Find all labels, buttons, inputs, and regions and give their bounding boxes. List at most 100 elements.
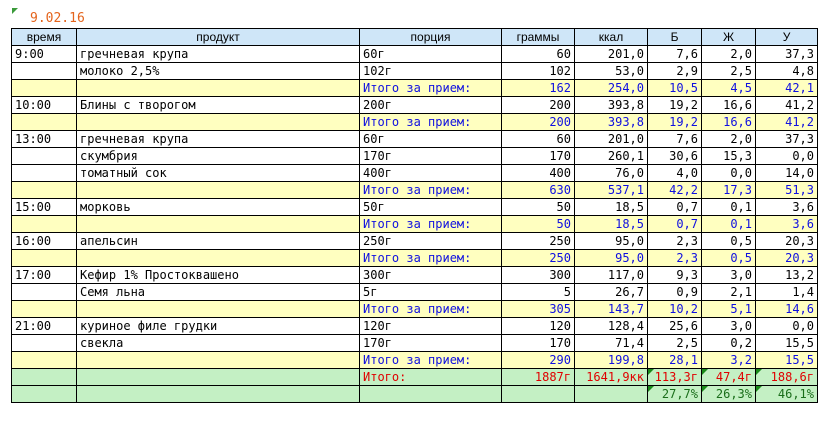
- cell-carbs[interactable]: 41,2: [755, 96, 818, 114]
- cell-grams[interactable]: 170: [501, 334, 575, 352]
- cell-portion[interactable]: 50г: [359, 198, 502, 216]
- cell-portion[interactable]: Итого за прием:: [359, 79, 502, 97]
- cell-protein[interactable]: 7,6: [647, 45, 702, 63]
- cell-protein[interactable]: 10,2: [647, 300, 702, 318]
- cell-kcal[interactable]: 71,4: [574, 334, 648, 352]
- cell-portion[interactable]: Итого за прием:: [359, 181, 502, 199]
- cell-product[interactable]: [76, 215, 360, 233]
- col-header-kcal[interactable]: ккал: [574, 28, 648, 46]
- cell-portion[interactable]: Итого за прием:: [359, 113, 502, 131]
- cell-portion[interactable]: 250г: [359, 232, 502, 250]
- cell-kcal[interactable]: 260,1: [574, 147, 648, 165]
- cell-fat[interactable]: 16,6: [701, 96, 756, 114]
- cell-protein[interactable]: 9,3: [647, 266, 702, 284]
- cell-protein[interactable]: 0,7: [647, 215, 702, 233]
- cell-product[interactable]: Кефир 1% Простоквашено: [76, 266, 360, 284]
- cell-time[interactable]: [11, 147, 77, 165]
- cell-fat[interactable]: 16,6: [701, 113, 756, 131]
- cell-time[interactable]: [11, 79, 77, 97]
- cell-portion[interactable]: 170г: [359, 147, 502, 165]
- cell-time[interactable]: [11, 334, 77, 352]
- cell-product[interactable]: [76, 113, 360, 131]
- cell-product[interactable]: морковь: [76, 198, 360, 216]
- cell-kcal[interactable]: 117,0: [574, 266, 648, 284]
- cell-grams[interactable]: 1887г: [501, 368, 575, 386]
- cell-protein[interactable]: 2,9: [647, 62, 702, 80]
- cell-product[interactable]: [76, 368, 360, 386]
- cell-protein[interactable]: 19,2: [647, 113, 702, 131]
- cell-grams[interactable]: 60: [501, 130, 575, 148]
- cell-grams[interactable]: 50: [501, 198, 575, 216]
- cell-carbs[interactable]: 14,6: [755, 300, 818, 318]
- cell-kcal[interactable]: 76,0: [574, 164, 648, 182]
- cell-grams[interactable]: 120: [501, 317, 575, 335]
- cell-fat[interactable]: 5,1: [701, 300, 756, 318]
- cell-fat[interactable]: 0,1: [701, 215, 756, 233]
- cell-fat[interactable]: 26,3%: [701, 385, 756, 403]
- cell-product[interactable]: молоко 2,5%: [76, 62, 360, 80]
- cell-protein[interactable]: 30,6: [647, 147, 702, 165]
- cell-protein[interactable]: 19,2: [647, 96, 702, 114]
- col-header-grams[interactable]: граммы: [501, 28, 575, 46]
- cell-portion[interactable]: Итого за прием:: [359, 351, 502, 369]
- cell-fat[interactable]: 3,2: [701, 351, 756, 369]
- cell-carbs[interactable]: 41,2: [755, 113, 818, 131]
- cell-fat[interactable]: 0,2: [701, 334, 756, 352]
- cell-kcal[interactable]: 95,0: [574, 249, 648, 267]
- cell-protein[interactable]: 4,0: [647, 164, 702, 182]
- cell-grams[interactable]: 630: [501, 181, 575, 199]
- cell-time[interactable]: 15:00: [11, 198, 77, 216]
- cell-grams[interactable]: 60: [501, 45, 575, 63]
- cell-portion[interactable]: 120г: [359, 317, 502, 335]
- cell-grams[interactable]: 250: [501, 232, 575, 250]
- cell-product[interactable]: [76, 300, 360, 318]
- cell-protein[interactable]: 7,6: [647, 130, 702, 148]
- col-header-protein[interactable]: Б: [647, 28, 702, 46]
- cell-product[interactable]: [76, 351, 360, 369]
- cell-portion[interactable]: Итого:: [359, 368, 502, 386]
- cell-fat[interactable]: 3,0: [701, 266, 756, 284]
- cell-product[interactable]: гречневая крупа: [76, 130, 360, 148]
- cell-protein[interactable]: 25,6: [647, 317, 702, 335]
- cell-time[interactable]: [11, 385, 77, 403]
- cell-portion[interactable]: Итого за прием:: [359, 249, 502, 267]
- cell-kcal[interactable]: [574, 385, 648, 403]
- cell-protein[interactable]: 0,7: [647, 198, 702, 216]
- cell-time[interactable]: [11, 181, 77, 199]
- cell-carbs[interactable]: 15,5: [755, 334, 818, 352]
- cell-fat[interactable]: 0,0: [701, 164, 756, 182]
- cell-product[interactable]: [76, 249, 360, 267]
- cell-fat[interactable]: 0,5: [701, 249, 756, 267]
- cell-portion[interactable]: 60г: [359, 130, 502, 148]
- cell-fat[interactable]: 15,3: [701, 147, 756, 165]
- cell-product[interactable]: [76, 385, 360, 403]
- cell-kcal[interactable]: 53,0: [574, 62, 648, 80]
- cell-carbs[interactable]: 0,0: [755, 147, 818, 165]
- cell-kcal[interactable]: 393,8: [574, 113, 648, 131]
- cell-kcal[interactable]: 201,0: [574, 130, 648, 148]
- cell-portion[interactable]: 102г: [359, 62, 502, 80]
- cell-protein[interactable]: 2,3: [647, 249, 702, 267]
- cell-time[interactable]: [11, 215, 77, 233]
- cell-carbs[interactable]: 3,6: [755, 215, 818, 233]
- cell-grams[interactable]: 305: [501, 300, 575, 318]
- col-header-product[interactable]: продукт: [76, 28, 360, 46]
- cell-grams[interactable]: 290: [501, 351, 575, 369]
- cell-grams[interactable]: 200: [501, 113, 575, 131]
- cell-carbs[interactable]: 13,2: [755, 266, 818, 284]
- cell-kcal[interactable]: 128,4: [574, 317, 648, 335]
- cell-time[interactable]: 9:00: [11, 45, 77, 63]
- cell-grams[interactable]: [501, 385, 575, 403]
- cell-time[interactable]: [11, 351, 77, 369]
- col-header-carbs[interactable]: У: [755, 28, 818, 46]
- cell-protein[interactable]: 27,7%: [647, 385, 702, 403]
- cell-kcal[interactable]: 537,1: [574, 181, 648, 199]
- cell-carbs[interactable]: 14,0: [755, 164, 818, 182]
- cell-carbs[interactable]: 3,6: [755, 198, 818, 216]
- cell-time[interactable]: 16:00: [11, 232, 77, 250]
- cell-carbs[interactable]: 42,1: [755, 79, 818, 97]
- cell-portion[interactable]: 5г: [359, 283, 502, 301]
- cell-time[interactable]: [11, 62, 77, 80]
- cell-time[interactable]: [11, 113, 77, 131]
- cell-grams[interactable]: 200: [501, 96, 575, 114]
